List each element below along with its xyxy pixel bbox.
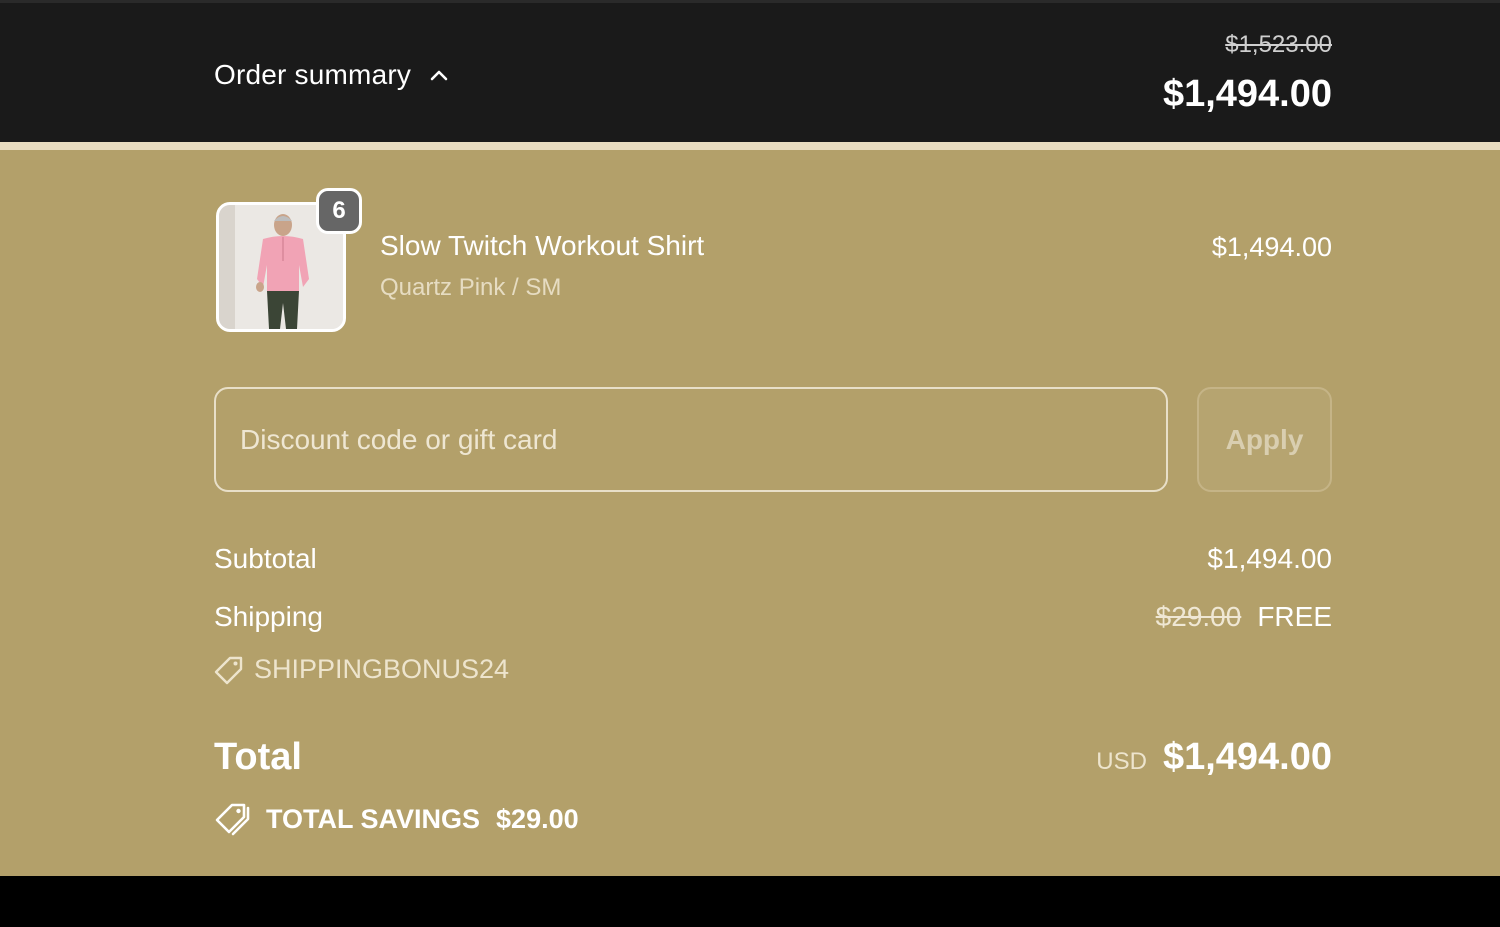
bottom-bar [0,876,1500,927]
checkout-page: Order summary $1,523.00 $1,494.00 6 Slow… [0,0,1500,927]
quantity-badge: 6 [316,188,362,234]
product-price: $1,494.00 [1211,232,1332,262]
product-name: Slow Twitch Workout Shirt [380,230,705,261]
promo-code-text: SHIPPINGBONUS24 [254,654,510,684]
header-compare-price: $1,523.00 [1225,31,1332,58]
tag-icon [214,656,243,684]
total-label: Total [214,736,302,778]
tags-icon [215,803,250,836]
apply-discount-button[interactable]: Apply [1197,387,1332,492]
header-total-price: $1,494.00 [1162,73,1332,115]
order-summary-panel: 6 Slow Twitch Workout Shirt Quartz Pink … [0,150,1500,876]
subtotal-amount: $1,494.00 [1207,543,1332,574]
total-savings-amount: $29.00 [496,803,579,834]
applied-promo-code: SHIPPINGBONUS24 [214,654,509,685]
product-variant: Quartz Pink / SM [380,274,562,301]
shipping-value: $29.00 FREE [1156,601,1332,633]
header-divider [0,142,1500,150]
shipping-free-label: FREE [1257,601,1332,632]
total-currency: USD [1096,748,1147,775]
subtotal-label: Subtotal [214,543,317,574]
order-summary-toggle[interactable]: Order summary [214,59,449,91]
total-savings: TOTAL SAVINGS $29.00 [214,802,579,836]
total-savings-label: TOTAL SAVINGS [266,803,481,834]
chevron-up-icon [429,65,449,85]
shipping-original-price: $29.00 [1155,601,1242,632]
order-summary-label: Order summary [214,59,412,90]
order-summary-bar: Order summary $1,523.00 $1,494.00 [0,0,1500,142]
total-value: USD $1,494.00 [1096,736,1332,779]
discount-code-input[interactable] [214,387,1168,492]
shipping-label: Shipping [214,601,323,632]
subtotal-value: $1,494.00 [1207,543,1332,575]
total-amount: $1,494.00 [1162,736,1332,778]
